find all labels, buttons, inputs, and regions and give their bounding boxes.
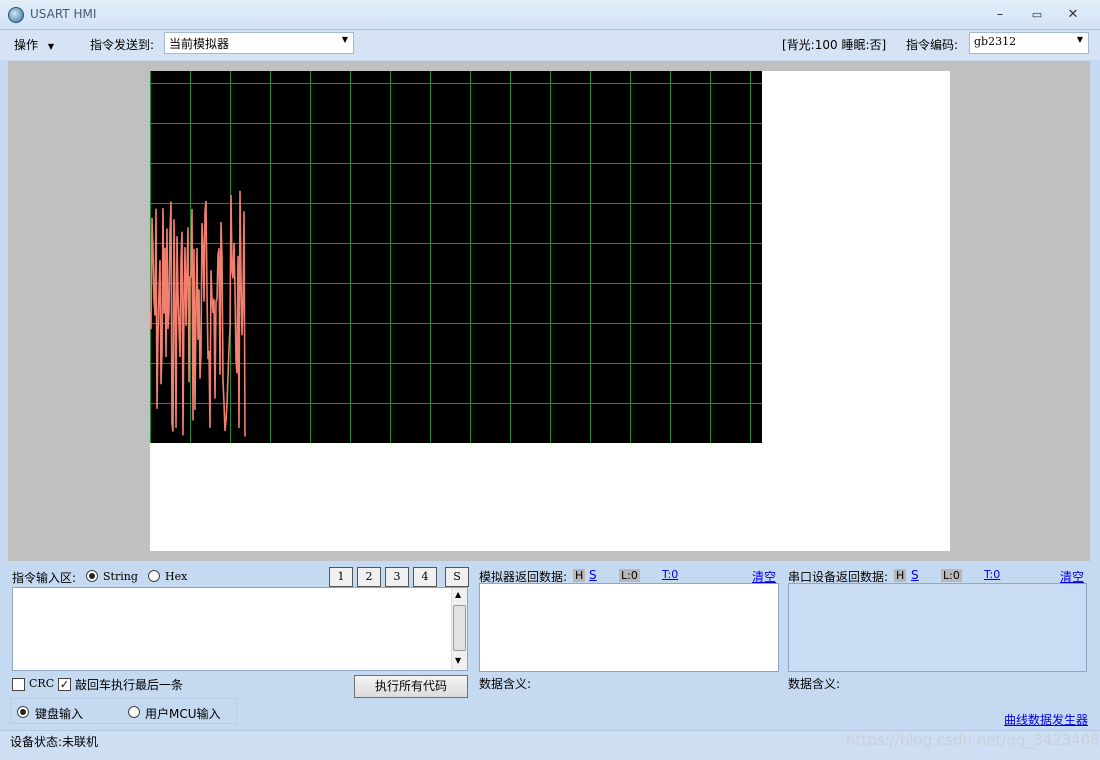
checkmark-icon: ✓ (59, 678, 70, 691)
slot-button-4[interactable]: 4 (413, 567, 437, 587)
mode-hex-label: Hex (165, 570, 188, 583)
dropdown-arrow-icon: ▼ (47, 42, 54, 51)
sim-string-toggle[interactable]: S (589, 568, 597, 582)
send-to-select[interactable]: 当前模拟器 ▼ (164, 32, 354, 54)
maximize-button[interactable]: ▭ (1022, 4, 1052, 26)
operate-menu[interactable]: 操作 ▼ (14, 36, 54, 53)
serial-time-value[interactable]: T:0 (984, 568, 1000, 581)
crc-label: CRC (29, 677, 55, 690)
serial-string-toggle[interactable]: S (911, 568, 919, 582)
crc-checkbox[interactable] (12, 678, 25, 691)
enter-exec-checkbox[interactable]: ✓ (58, 678, 71, 691)
send-to-value: 当前模拟器 (169, 37, 230, 51)
scroll-down-icon[interactable]: ▼ (455, 656, 461, 665)
slot-button-s[interactable]: S (445, 567, 469, 587)
serial-hex-toggle[interactable]: H (894, 569, 907, 582)
keyboard-input-label: 键盘输入 (35, 707, 84, 721)
sim-return-data-field[interactable] (479, 583, 779, 672)
keyboard-input-radio[interactable] (17, 706, 29, 718)
encoding-select[interactable]: gb2312 ▼ (969, 32, 1089, 54)
sim-length-value: L:0 (619, 569, 640, 582)
command-input-scrollbar[interactable]: ▲ ▼ (451, 588, 467, 670)
serial-meaning-label: 数据含义: (788, 677, 841, 691)
device-status: 设备状态:未联机 (10, 735, 99, 749)
operate-menu-label: 操作 (14, 38, 39, 52)
mcu-input-label: 用户MCU输入 (145, 707, 221, 721)
send-to-label: 指令发送到: (90, 38, 155, 52)
encoding-label: 指令编码: (906, 38, 959, 52)
title-bar (0, 0, 1100, 30)
slot-button-2[interactable]: 2 (357, 567, 381, 587)
mcu-input-radio[interactable] (128, 706, 140, 718)
waveform-curve-control[interactable] (149, 71, 762, 444)
mode-string-label: String (103, 570, 138, 583)
window-title: USART HMI (30, 7, 97, 21)
scroll-up-icon[interactable]: ▲ (455, 590, 461, 599)
sim-hex-toggle[interactable]: H (573, 569, 586, 582)
command-input-label: 指令输入区: (12, 571, 77, 585)
mode-string-radio[interactable] (86, 570, 98, 582)
chevron-down-icon: ▼ (341, 35, 348, 44)
slot-button-3[interactable]: 3 (385, 567, 409, 587)
waveform-curve-svg (149, 71, 762, 444)
slot-button-1[interactable]: 1 (329, 567, 353, 587)
serial-length-value: L:0 (941, 569, 962, 582)
close-button[interactable]: ✕ (1058, 4, 1088, 26)
enter-exec-label: 敲回车执行最后一条 (75, 678, 184, 692)
minimize-button[interactable]: – (985, 4, 1015, 26)
sim-time-value[interactable]: T:0 (662, 568, 678, 581)
watermark: https://blog.csdn.net/qq_34234087 (846, 731, 1100, 749)
encoding-value: gb2312 (974, 35, 1017, 48)
sim-meaning-label: 数据含义: (479, 677, 532, 691)
app-logo-icon (8, 7, 24, 23)
command-input-field[interactable] (12, 587, 468, 671)
chevron-down-icon: ▼ (1076, 35, 1083, 44)
curve-generator-link[interactable]: 曲线数据发生器 (1004, 711, 1088, 728)
run-all-code-button[interactable]: 执行所有代码 (354, 675, 468, 698)
serial-return-data-field[interactable] (788, 583, 1087, 672)
mode-hex-radio[interactable] (148, 570, 160, 582)
grid-lines (150, 71, 762, 444)
backlight-sleep-status: [背光:100 睡眠:否] (782, 38, 887, 52)
scrollbar-thumb[interactable] (453, 605, 466, 651)
